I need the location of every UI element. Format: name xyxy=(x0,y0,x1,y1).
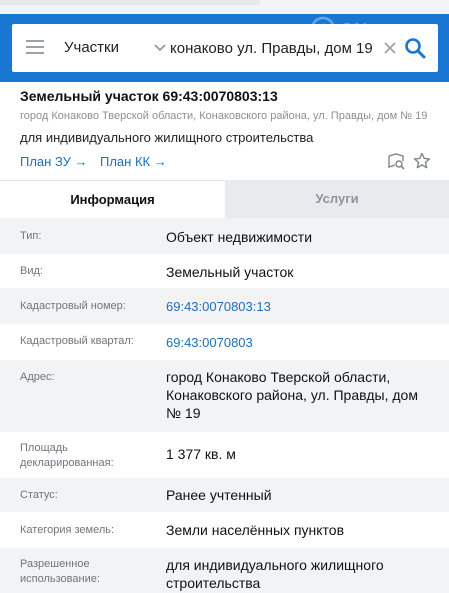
tab-information[interactable]: Информация xyxy=(0,180,225,218)
search-icon[interactable] xyxy=(404,37,426,59)
info-row-land-category: Категория земель: Земли населённых пункт… xyxy=(0,512,449,548)
row-value: для индивидуального жилищного строительс… xyxy=(166,557,384,591)
row-label: Площадь декларированная: xyxy=(20,442,114,469)
info-row-kind: Вид: Земельный участок xyxy=(0,254,449,288)
row-label: Категория земель: xyxy=(20,524,115,536)
row-value: Ранее учтенный xyxy=(166,487,272,503)
info-row-type: Тип: Объект недвижимости xyxy=(0,218,449,254)
close-icon[interactable] xyxy=(382,40,398,56)
chevron-down-icon xyxy=(154,44,166,52)
object-address: город Конаково Тверской области, Конаков… xyxy=(20,110,428,122)
tab-services[interactable]: Услуги xyxy=(225,180,449,218)
row-value: Земли населённых пунктов xyxy=(166,522,345,538)
row-label: Вид: xyxy=(20,265,43,277)
search-bar: Участки xyxy=(0,14,449,82)
info-row-cadastral-number: Кадастровый номер: 69:43:0070803:13 xyxy=(0,288,449,324)
row-label: Статус: xyxy=(20,489,58,501)
search-input[interactable] xyxy=(170,24,376,72)
row-label: Разрешенное использование: xyxy=(20,558,100,585)
info-row-cadastral-quarter: Кадастровый квартал: 69:43:0070803 xyxy=(0,324,449,360)
row-value: Объект недвижимости xyxy=(166,229,313,245)
info-row-status: Статус: Ранее учтенный xyxy=(0,478,449,512)
object-type-select[interactable]: Участки xyxy=(64,24,168,72)
object-title: Земельный участок 69:43:0070803:13 xyxy=(20,88,278,104)
star-icon[interactable] xyxy=(413,152,431,170)
map-search-icon[interactable] xyxy=(387,152,405,170)
info-row-area: Площадь декларированная: 1 377 кв. м xyxy=(0,432,449,478)
info-row-address: Адрес: город Конаково Тверской области, … xyxy=(0,360,449,432)
tab-bar: Информация Услуги xyxy=(0,180,449,218)
row-value: город Конаково Тверской области, Конаков… xyxy=(166,369,418,421)
object-type-label: Участки xyxy=(64,39,119,56)
object-purpose: для индивидуального жилищного строительс… xyxy=(20,130,314,145)
info-row-permitted-use: Разрешенное использование: для индивидуа… xyxy=(0,548,449,593)
row-label: Тип: xyxy=(20,230,42,242)
row-label: Кадастровый квартал: xyxy=(20,335,134,347)
plan-zu-link[interactable]: План ЗУ → xyxy=(20,154,88,169)
plan-kk-link[interactable]: План КК → xyxy=(100,154,167,169)
top-strip xyxy=(0,0,449,14)
row-label: Кадастровый номер: xyxy=(20,300,126,312)
hamburger-menu-icon[interactable] xyxy=(26,40,44,55)
cadastral-number-link[interactable]: 69:43:0070803:13 xyxy=(166,298,436,316)
row-value: 1 377 кв. м xyxy=(166,446,236,462)
top-strip-edge xyxy=(0,0,260,5)
cadastral-quarter-link[interactable]: 69:43:0070803 xyxy=(166,334,436,352)
row-value: Земельный участок xyxy=(166,264,294,280)
search-box: Участки xyxy=(12,24,438,72)
row-label: Адрес: xyxy=(20,371,55,383)
